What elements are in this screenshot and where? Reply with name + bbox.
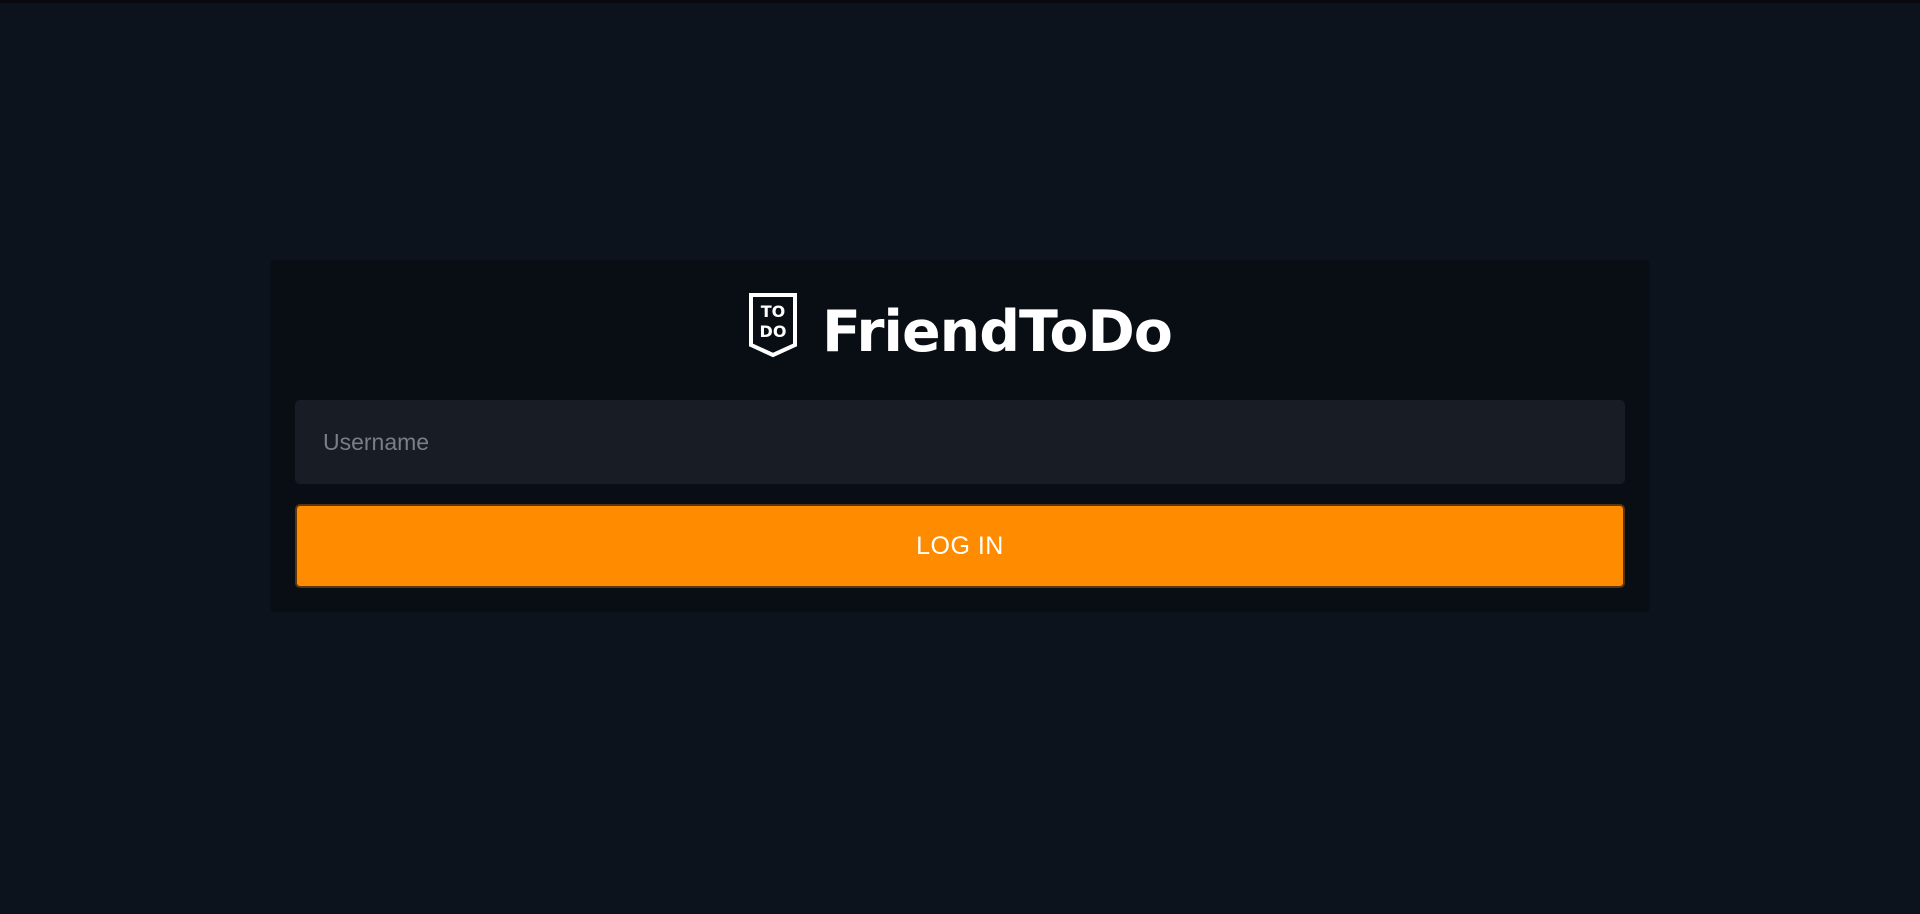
login-card: TO DO FriendToDo LOG IN: [270, 260, 1650, 612]
logo-text-bottom: DO: [760, 322, 787, 341]
todo-shield-logo-icon: TO DO: [749, 293, 798, 358]
top-border: [0, 0, 1920, 3]
login-button[interactable]: LOG IN: [295, 504, 1625, 588]
brand-header: TO DO FriendToDo: [270, 293, 1650, 363]
username-input[interactable]: [295, 400, 1625, 484]
app-title: FriendToDo: [822, 298, 1173, 365]
logo-text-top: TO: [761, 302, 786, 321]
